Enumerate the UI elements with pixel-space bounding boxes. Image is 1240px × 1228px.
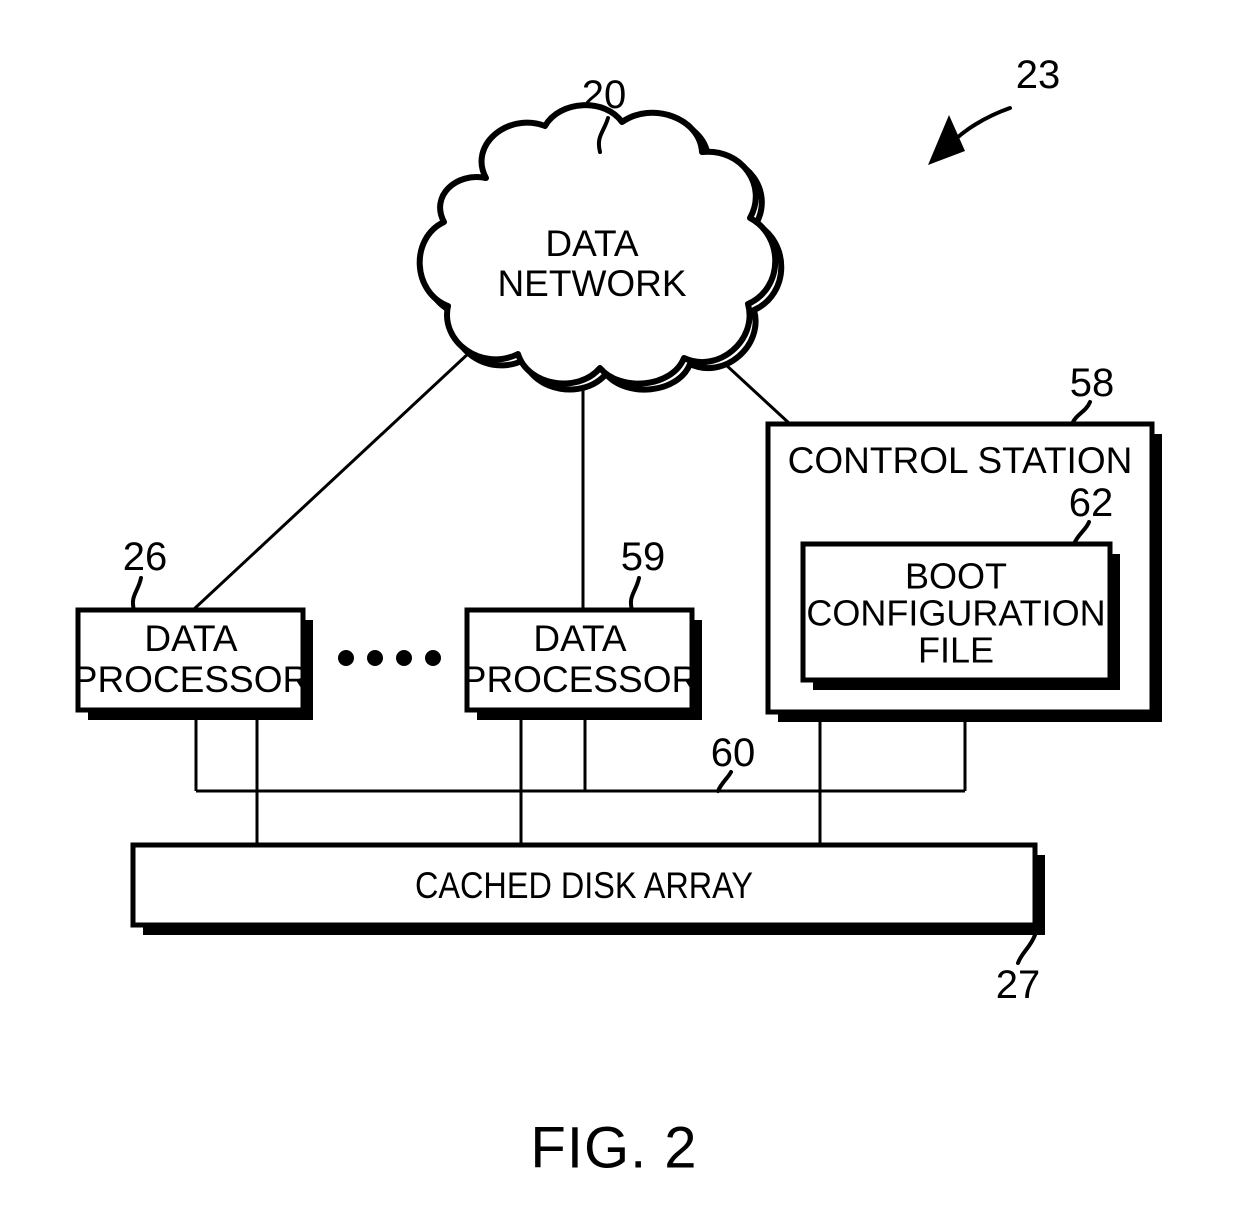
- ellipsis-dot: [338, 650, 354, 666]
- ref-20-label: 20: [582, 73, 627, 117]
- control-station: CONTROL STATION BOOT CONFIGURATION FILE: [765, 421, 1162, 722]
- assembly-arrow-head: [928, 115, 965, 165]
- ref-58-callout: 58: [1070, 361, 1115, 426]
- network-label-line1: DATA: [545, 223, 639, 264]
- ref-59-label: 59: [621, 535, 666, 579]
- ellipsis-dot: [396, 650, 412, 666]
- cached-disk-array: CACHED DISK ARRAY: [130, 842, 1045, 935]
- ref-59-callout: 59: [621, 535, 666, 612]
- data-processor-n: DATA PROCESSOR: [462, 607, 702, 720]
- assembly-ref-23: 23: [928, 53, 1060, 165]
- figure-caption: FIG. 2: [530, 1115, 697, 1180]
- data-processor-1-label-line2: PROCESSOR: [73, 659, 309, 700]
- boot-configuration-file-label-line3: FILE: [918, 630, 994, 671]
- assembly-ref-label: 23: [1016, 53, 1061, 97]
- link-network-to-data-processor-1: [191, 350, 472, 612]
- internal-bus-network: [194, 710, 967, 846]
- ref-58-leader: [1070, 400, 1092, 426]
- ref-58-label: 58: [1070, 361, 1115, 405]
- control-station-label: CONTROL STATION: [788, 440, 1133, 481]
- ref-27-label: 27: [996, 963, 1041, 1007]
- network-links: [191, 350, 792, 612]
- patent-figure-2: 23 DATA NETWORK 20 DATA PROCESSOR 26 DAT…: [0, 0, 1240, 1228]
- ref-27-callout: 27: [996, 933, 1041, 1007]
- ref-26-leader: [130, 576, 143, 612]
- ref-27-leader: [1016, 933, 1037, 965]
- ref-60-callout: 60: [711, 731, 756, 793]
- ellipsis-dot: [425, 650, 441, 666]
- data-processor-n-label-line1: DATA: [533, 618, 627, 659]
- data-processor-1-label-line1: DATA: [144, 618, 238, 659]
- boot-configuration-file-label-line1: BOOT: [905, 556, 1007, 597]
- data-processor-n-label-line2: PROCESSOR: [462, 659, 698, 700]
- ref-60-label: 60: [711, 731, 756, 775]
- cached-disk-array-label: CACHED DISK ARRAY: [415, 865, 753, 906]
- boot-configuration-file-label-line2: CONFIGURATION: [806, 593, 1105, 634]
- network-label-line2: NETWORK: [497, 263, 686, 304]
- diagram-canvas: 23 DATA NETWORK 20 DATA PROCESSOR 26 DAT…: [73, 53, 1162, 1180]
- ref-62-label: 62: [1069, 481, 1114, 525]
- ellipsis-dots: [338, 650, 441, 666]
- ref-59-leader: [628, 576, 641, 612]
- ellipsis-dot: [367, 650, 383, 666]
- boot-configuration-file: BOOT CONFIGURATION FILE: [800, 541, 1120, 690]
- ref-26-callout: 26: [123, 535, 168, 612]
- data-processor-1: DATA PROCESSOR: [73, 607, 313, 720]
- ref-26-label: 26: [123, 535, 168, 579]
